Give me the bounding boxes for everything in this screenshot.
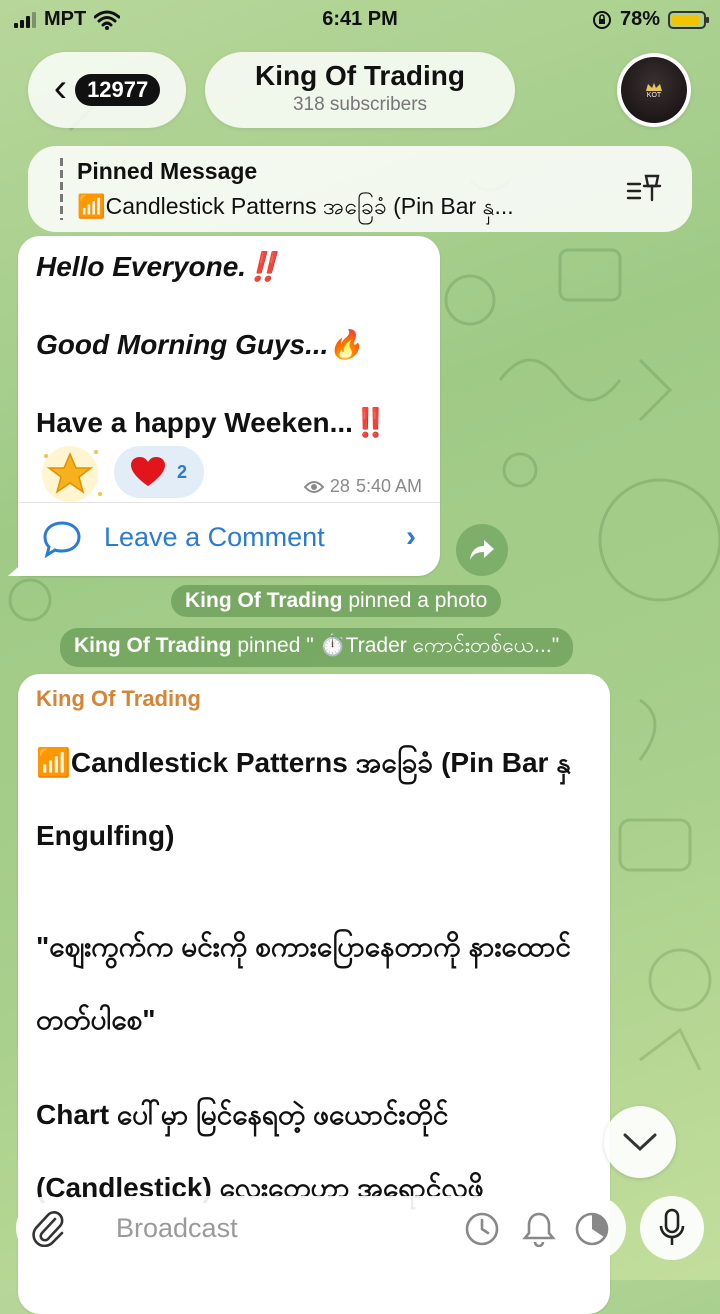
star-icon <box>42 446 102 502</box>
star-reaction[interactable] <box>34 444 122 504</box>
service-text: pinned a photo <box>342 589 488 612</box>
pinned-indicator <box>60 158 63 220</box>
back-button[interactable]: ‹ 12977 <box>28 52 186 128</box>
avatar-logo-text: KOT <box>646 91 662 99</box>
chevron-left-icon: ‹ <box>53 66 68 110</box>
scroll-down-button[interactable] <box>604 1106 676 1178</box>
message-paragraph: 📶Candlestick Patterns အခြေခံ (Pin Bar နှ… <box>36 747 571 851</box>
channel-title[interactable]: King Of Trading 318 subscribers <box>205 52 515 128</box>
eye-icon <box>303 480 324 493</box>
leave-comment-label: Leave a Comment <box>104 522 325 552</box>
message-line: Good Morning Guys...🔥 <box>36 329 364 360</box>
service-message[interactable]: King Of Trading pinned " ⏱️Trader ကောင်း… <box>60 628 574 667</box>
channel-name: King Of Trading <box>255 60 465 91</box>
heart-icon <box>130 457 165 486</box>
pinned-label: Pinned Message <box>77 158 258 184</box>
input-bar: Broadcast <box>0 1196 720 1280</box>
attach-button[interactable] <box>16 1196 80 1260</box>
service-author: King Of Trading <box>74 634 232 657</box>
microphone-icon <box>659 1208 685 1245</box>
message-paragraph: "ဈေးကွက်က မင်းကို စကားပြောနေတာကို နားထော… <box>36 931 571 1035</box>
unread-count-badge: 12977 <box>75 74 161 106</box>
comment-bubble-icon <box>43 521 81 558</box>
bubble-tail <box>8 560 26 576</box>
service-message: King Of Trading pinned a photo <box>171 585 502 617</box>
channel-avatar[interactable]: KOT <box>617 53 691 127</box>
crown-icon <box>646 82 662 91</box>
timer-icon[interactable] <box>574 1211 610 1247</box>
service-text: pinned " ⏱️Trader ကောင်းတစ်ယေ..." <box>231 634 560 657</box>
message-time: 5:40 AM <box>355 476 422 496</box>
forward-arrow-icon <box>470 540 494 560</box>
message-author: King Of Trading <box>36 686 201 711</box>
message-line: Have a happy Weeken...‼️ <box>36 407 388 438</box>
view-count: 28 <box>329 476 350 496</box>
battery-icon <box>668 10 709 29</box>
leave-comment-button[interactable]: Leave a Comment › <box>18 504 440 576</box>
chevron-right-icon: › <box>406 520 416 553</box>
broadcast-input[interactable]: Broadcast <box>94 1196 626 1260</box>
message-line: Hello Everyone.‼️ <box>36 251 281 282</box>
microphone-button[interactable] <box>640 1196 704 1260</box>
orientation-lock-icon <box>592 10 611 29</box>
broadcast-placeholder: Broadcast <box>116 1213 238 1243</box>
message-meta: 28 5:40 AM <box>303 476 422 497</box>
schedule-clock-icon[interactable] <box>464 1211 500 1247</box>
status-right: 78% <box>592 8 709 31</box>
reaction-count: 2 <box>176 461 187 482</box>
paperclip-icon <box>32 1211 64 1247</box>
heart-reaction[interactable]: 2 <box>114 446 204 498</box>
message-bubble[interactable]: Hello Everyone.‼️ Good Morning Guys...🔥 … <box>18 236 440 576</box>
pinned-text: 📶Candlestick Patterns အခြေခံ (Pin Bar နှ… <box>77 193 514 219</box>
divider <box>18 502 440 503</box>
bell-icon[interactable] <box>522 1211 556 1247</box>
pin-list-icon[interactable] <box>626 172 662 204</box>
forward-button[interactable] <box>456 524 508 576</box>
chevron-down-icon <box>623 1133 657 1152</box>
battery-percent: 78% <box>619 8 660 30</box>
status-bar: MPT 6:41 PM 78% <box>0 0 720 40</box>
pinned-message-bar[interactable]: Pinned Message 📶Candlestick Patterns အခြ… <box>28 146 692 232</box>
service-author: King Of Trading <box>185 589 343 612</box>
subscriber-count: 318 subscribers <box>292 94 428 115</box>
